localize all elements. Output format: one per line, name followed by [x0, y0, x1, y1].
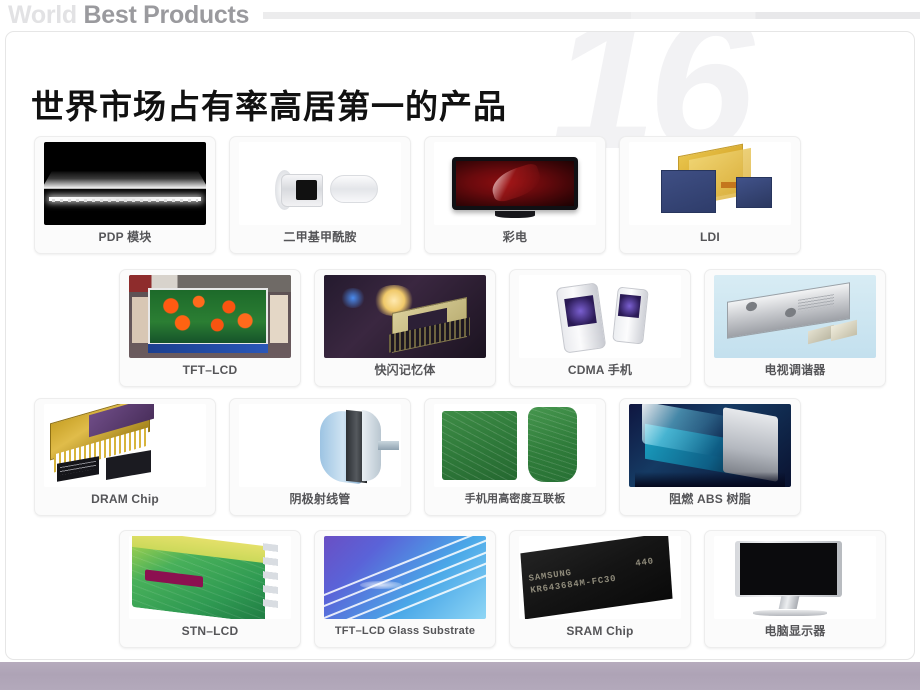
product-label: 电视调谐器 — [764, 363, 826, 377]
product-thumbnail-abs-resin — [629, 404, 791, 487]
product-thumbnail-pdp-module — [44, 142, 206, 225]
glass-bottle-image — [239, 142, 401, 225]
product-row-2: TFT–LCD 快闪记忆体 CDMA 手机 电视调谐器 — [6, 269, 914, 387]
product-row-1: PDP 模块 二甲基甲酰胺 彩电 LDI — [6, 136, 914, 254]
product-label: 手机用高密度互联板 — [464, 493, 566, 505]
product-card-tft-lcd[interactable]: TFT–LCD — [119, 269, 301, 387]
tv-tuner-module-image — [714, 275, 876, 358]
slide-footer-bar — [0, 662, 920, 690]
product-card-ldi[interactable]: LDI — [619, 136, 801, 254]
flash-memory-chip-image — [324, 275, 486, 358]
product-label: TFT–LCD Glass Substrate — [334, 625, 476, 637]
product-label: 阻燃 ABS 树脂 — [669, 492, 751, 506]
tft-lcd-display-image — [129, 275, 291, 358]
product-label: 阴极射线管 — [289, 492, 351, 506]
product-label: PDP 模块 — [98, 230, 152, 244]
product-thumbnail-dimethylformamide — [239, 142, 401, 225]
header-title-word-light: World — [8, 1, 77, 29]
product-card-color-tv[interactable]: 彩电 — [424, 136, 606, 254]
product-card-tv-tuner[interactable]: 电视调谐器 — [704, 269, 886, 387]
product-thumbnail-computer-monitor — [714, 536, 876, 619]
product-card-tft-lcd-glass-substrate[interactable]: TFT–LCD Glass Substrate — [314, 530, 496, 648]
product-thumbnail-sram-chip: SAMSUNG 440 KR643684M-FC30 — [519, 536, 681, 619]
cdma-mobile-phone-image — [519, 275, 681, 358]
hdi-pcb-image — [434, 404, 596, 487]
product-row-3: DRAM Chip 阴极射线管 手机用高密度互联板 阻燃 ABS 树脂 — [6, 398, 914, 516]
header-divider-rule — [263, 11, 920, 19]
product-thumbnail-ldi — [629, 142, 791, 225]
product-label: DRAM Chip — [91, 492, 159, 506]
product-label: 二甲基甲酰胺 — [283, 230, 357, 244]
product-thumbnail-cdma-phone — [519, 275, 681, 358]
slide-header: World Best Products — [0, 0, 920, 30]
product-card-stn-lcd[interactable]: STN–LCD — [119, 530, 301, 648]
product-thumbnail-crt — [239, 404, 401, 487]
product-card-flash-memory[interactable]: 快闪记忆体 — [314, 269, 496, 387]
product-card-dimethylformamide[interactable]: 二甲基甲酰胺 — [229, 136, 411, 254]
product-row-4: STN–LCD TFT–LCD Glass Substrate SAMSUNG … — [6, 530, 914, 648]
computer-monitor-image — [714, 536, 876, 619]
product-thumbnail-hdi-board — [434, 404, 596, 487]
product-label: STN–LCD — [181, 624, 239, 638]
product-label: LDI — [700, 230, 720, 244]
product-card-cdma-phone[interactable]: CDMA 手机 — [509, 269, 691, 387]
product-card-abs-resin[interactable]: 阻燃 ABS 树脂 — [619, 398, 801, 516]
product-card-hdi-board[interactable]: 手机用高密度互联板 — [424, 398, 606, 516]
television-image — [434, 142, 596, 225]
product-thumbnail-stn-lcd — [129, 536, 291, 619]
product-card-crt[interactable]: 阴极射线管 — [229, 398, 411, 516]
slide-content-panel: 16 世界市场占有率高居第一的产品 PDP 模块 二甲基甲酰胺 彩电 LDI T… — [5, 31, 915, 660]
product-card-sram-chip[interactable]: SAMSUNG 440 KR643684M-FC30 SRAM Chip — [509, 530, 691, 648]
product-label: TFT–LCD — [182, 363, 238, 377]
glass-substrate-image — [324, 536, 486, 619]
product-label: 彩电 — [502, 230, 528, 244]
abs-resin-image — [629, 404, 791, 487]
dram-chip-image — [44, 404, 206, 487]
product-label: 快闪记忆体 — [374, 363, 436, 377]
product-card-pdp-module[interactable]: PDP 模块 — [34, 136, 216, 254]
product-thumbnail-color-tv — [434, 142, 596, 225]
product-card-computer-monitor[interactable]: 电脑显示器 — [704, 530, 886, 648]
product-thumbnail-tv-tuner — [714, 275, 876, 358]
product-thumbnail-flash-memory — [324, 275, 486, 358]
product-card-dram-chip[interactable]: DRAM Chip — [34, 398, 216, 516]
product-grid: PDP 模块 二甲基甲酰胺 彩电 LDI TFT–LCD 快闪记忆体 CDMA … — [6, 32, 914, 659]
product-label: 电脑显示器 — [764, 624, 826, 638]
product-thumbnail-tft-lcd — [129, 275, 291, 358]
product-thumbnail-dram-chip — [44, 404, 206, 487]
pdp-panel-image — [44, 142, 206, 225]
cathode-ray-tube-image — [239, 404, 401, 487]
product-label: SRAM Chip — [566, 624, 634, 638]
product-thumbnail-tft-lcd-glass-substrate — [324, 536, 486, 619]
product-label: CDMA 手机 — [567, 363, 633, 377]
ldi-driver-image — [629, 142, 791, 225]
header-title: World Best Products — [0, 1, 249, 29]
sram-chip-image: SAMSUNG 440 KR643684M-FC30 — [519, 536, 681, 619]
header-title-word-dark: Best Products — [83, 1, 250, 29]
stn-lcd-image — [129, 536, 291, 619]
